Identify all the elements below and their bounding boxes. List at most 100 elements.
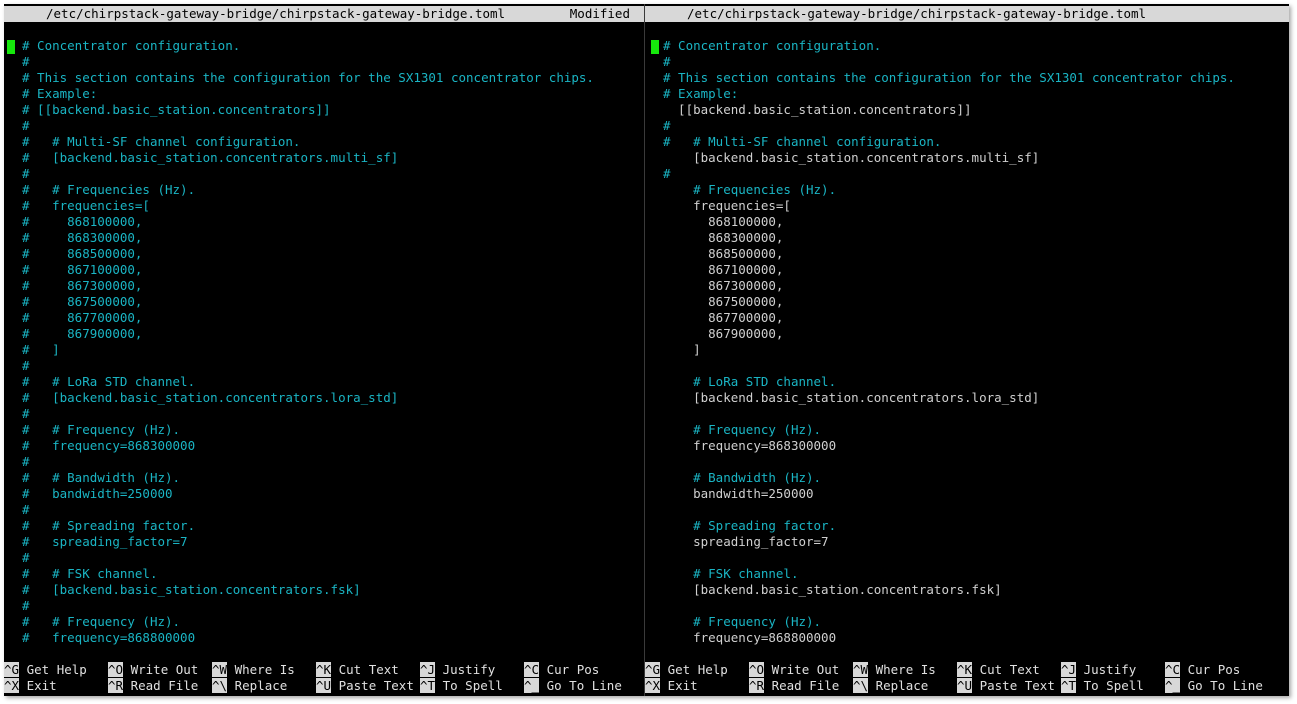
editor-line[interactable]: [645, 598, 1289, 614]
editor-line[interactable]: # spreading_factor=7: [4, 534, 644, 550]
editor-line[interactable]: # # Frequencies (Hz).: [4, 182, 644, 198]
editor-line[interactable]: # [backend.basic_station.concentrators.m…: [4, 150, 644, 166]
editor-line[interactable]: frequencies=[: [645, 198, 1289, 214]
editor-line[interactable]: # # Multi-SF channel configuration.: [4, 134, 644, 150]
editor-line[interactable]: [645, 502, 1289, 518]
editor-line[interactable]: # Example:: [645, 86, 1289, 102]
right-editor-content[interactable]: # Concentrator configuration. # # This sec…: [645, 38, 1289, 646]
editor-line[interactable]: ]: [645, 342, 1289, 358]
editor-line[interactable]: # frequency=868300000: [4, 438, 644, 454]
editor-line[interactable]: # 867300000,: [4, 278, 644, 294]
editor-line[interactable]: # # Bandwidth (Hz).: [4, 470, 644, 486]
editor-line[interactable]: #: [4, 406, 644, 422]
editor-line[interactable]: #: [645, 118, 1289, 134]
shortcut-item[interactable]: ^K Cut Text: [957, 662, 1040, 678]
editor-line[interactable]: # This section contains the configuratio…: [4, 70, 644, 86]
shortcut-item[interactable]: ^O Write Out: [108, 662, 198, 678]
editor-line[interactable]: 867500000,: [645, 294, 1289, 310]
shortcut-item[interactable]: ^G Get Help: [645, 662, 728, 678]
editor-line[interactable]: spreading_factor=7: [645, 534, 1289, 550]
editor-line[interactable]: # 867100000,: [4, 262, 644, 278]
editor-line[interactable]: #: [4, 550, 644, 566]
editor-line[interactable]: # [[backend.basic_station.concentrators]…: [4, 102, 644, 118]
editor-line[interactable]: 867900000,: [645, 326, 1289, 342]
editor-line[interactable]: [645, 454, 1289, 470]
shortcut-item[interactable]: ^\ Replace: [853, 678, 928, 694]
shortcut-item[interactable]: ^C Cur Pos: [524, 662, 599, 678]
editor-line[interactable]: # 867500000,: [4, 294, 644, 310]
shortcut-item[interactable]: ^W Where Is: [212, 662, 295, 678]
editor-line[interactable]: 867300000,: [645, 278, 1289, 294]
editor-line[interactable]: # Frequency (Hz).: [645, 614, 1289, 630]
editor-line[interactable]: 868300000,: [645, 230, 1289, 246]
editor-line[interactable]: # 868500000,: [4, 246, 644, 262]
shortcut-item[interactable]: ^J Justify: [420, 662, 495, 678]
editor-line[interactable]: [backend.basic_station.concentrators.lor…: [645, 390, 1289, 406]
editor-line[interactable]: # 867700000,: [4, 310, 644, 326]
shortcut-item[interactable]: ^X Exit: [4, 678, 57, 694]
shortcut-item[interactable]: ^R Read File: [749, 678, 839, 694]
editor-line[interactable]: [backend.basic_station.concentrators.fsk…: [645, 582, 1289, 598]
editor-line[interactable]: # LoRa STD channel.: [645, 374, 1289, 390]
left-editor-pane[interactable]: /etc/chirpstack-gateway-bridge/chirpstac…: [4, 4, 644, 696]
shortcut-item[interactable]: ^_ Go To Line: [524, 678, 622, 694]
editor-line[interactable]: 868500000,: [645, 246, 1289, 262]
editor-line[interactable]: # # Multi-SF channel configuration.: [645, 134, 1289, 150]
editor-line[interactable]: 867100000,: [645, 262, 1289, 278]
editor-line[interactable]: # frequency=868800000: [4, 630, 644, 646]
editor-line[interactable]: # 868100000,: [4, 214, 644, 230]
editor-line[interactable]: frequency=868300000: [645, 438, 1289, 454]
editor-line[interactable]: bandwidth=250000: [645, 486, 1289, 502]
left-editor-content[interactable]: # Concentrator configuration. # # This sec…: [4, 38, 644, 646]
editor-line[interactable]: #: [4, 54, 644, 70]
editor-line[interactable]: # Concentrator configuration.: [645, 38, 1289, 54]
editor-line[interactable]: # Concentrator configuration.: [4, 38, 644, 54]
shortcut-item[interactable]: ^_ Go To Line: [1165, 678, 1263, 694]
editor-line[interactable]: #: [4, 166, 644, 182]
editor-line[interactable]: frequency=868800000: [645, 630, 1289, 646]
editor-line[interactable]: # This section contains the configuratio…: [645, 70, 1289, 86]
editor-line[interactable]: # Spreading factor.: [645, 518, 1289, 534]
shortcut-item[interactable]: ^T To Spell: [420, 678, 503, 694]
editor-line[interactable]: # [backend.basic_station.concentrators.l…: [4, 390, 644, 406]
editor-line[interactable]: # # Frequency (Hz).: [4, 614, 644, 630]
shortcut-item[interactable]: ^X Exit: [645, 678, 698, 694]
editor-line[interactable]: #: [645, 166, 1289, 182]
editor-line[interactable]: # FSK channel.: [645, 566, 1289, 582]
shortcut-item[interactable]: ^\ Replace: [212, 678, 287, 694]
editor-line[interactable]: # # Spreading factor.: [4, 518, 644, 534]
shortcut-item[interactable]: ^T To Spell: [1061, 678, 1144, 694]
editor-line[interactable]: # frequencies=[: [4, 198, 644, 214]
editor-line[interactable]: [645, 406, 1289, 422]
editor-line[interactable]: # ]: [4, 342, 644, 358]
editor-line[interactable]: [[backend.basic_station.concentrators]]: [645, 102, 1289, 118]
editor-line[interactable]: #: [4, 118, 644, 134]
shortcut-item[interactable]: ^J Justify: [1061, 662, 1136, 678]
editor-line[interactable]: [645, 550, 1289, 566]
editor-line[interactable]: 868100000,: [645, 214, 1289, 230]
editor-line[interactable]: #: [4, 502, 644, 518]
editor-line[interactable]: [645, 358, 1289, 374]
shortcut-item[interactable]: ^U Paste Text: [316, 678, 414, 694]
editor-line[interactable]: # # Frequency (Hz).: [4, 422, 644, 438]
editor-line[interactable]: #: [4, 598, 644, 614]
editor-line[interactable]: #: [4, 358, 644, 374]
editor-line[interactable]: #: [645, 54, 1289, 70]
editor-line[interactable]: 867700000,: [645, 310, 1289, 326]
editor-line[interactable]: # Frequencies (Hz).: [645, 182, 1289, 198]
editor-line[interactable]: # bandwidth=250000: [4, 486, 644, 502]
shortcut-item[interactable]: ^K Cut Text: [316, 662, 399, 678]
editor-line[interactable]: #: [4, 454, 644, 470]
editor-line[interactable]: # # LoRa STD channel.: [4, 374, 644, 390]
shortcut-item[interactable]: ^O Write Out: [749, 662, 839, 678]
editor-line[interactable]: # Bandwidth (Hz).: [645, 470, 1289, 486]
shortcut-item[interactable]: ^U Paste Text: [957, 678, 1055, 694]
shortcut-item[interactable]: ^C Cur Pos: [1165, 662, 1240, 678]
shortcut-item[interactable]: ^R Read File: [108, 678, 198, 694]
editor-line[interactable]: # 868300000,: [4, 230, 644, 246]
editor-line[interactable]: # 867900000,: [4, 326, 644, 342]
editor-line[interactable]: # Frequency (Hz).: [645, 422, 1289, 438]
shortcut-item[interactable]: ^G Get Help: [4, 662, 87, 678]
editor-line[interactable]: [backend.basic_station.concentrators.mul…: [645, 150, 1289, 166]
right-editor-pane[interactable]: /etc/chirpstack-gateway-bridge/chirpstac…: [645, 4, 1289, 696]
